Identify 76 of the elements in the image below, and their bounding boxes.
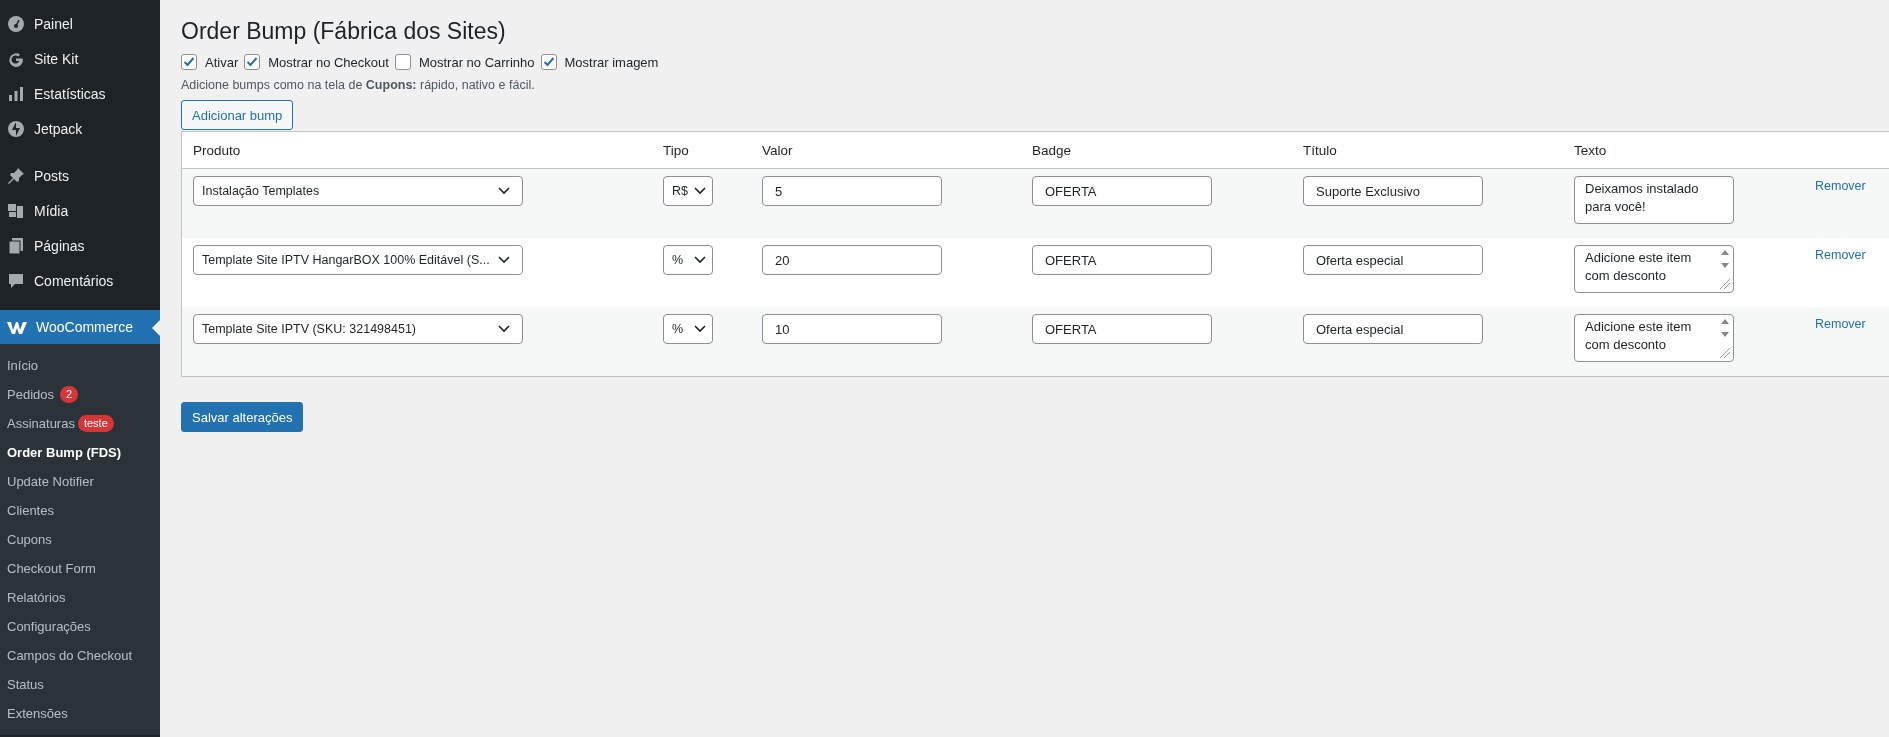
submenu-item[interactable]: Status xyxy=(7,677,44,692)
scrollbar-arrows-icon xyxy=(1719,317,1731,359)
submenu-item[interactable]: Configurações xyxy=(7,619,91,634)
checkbox-label: Ativar xyxy=(205,54,239,70)
submenu-item[interactable]: Clientes xyxy=(7,503,54,518)
checkbox[interactable] xyxy=(181,54,197,70)
column-header: Valor xyxy=(762,142,793,158)
submenu-item[interactable]: Pedidos xyxy=(7,387,54,402)
title-field[interactable]: Oferta especial xyxy=(1303,314,1483,344)
chevron-icon xyxy=(498,325,510,333)
column-header: Produto xyxy=(193,142,241,158)
sidebar-item[interactable]: Comentários xyxy=(0,263,160,298)
product-select[interactable]: Template Site IPTV (SKU: 321498451) xyxy=(193,314,523,344)
sidebar-item[interactable]: Painel xyxy=(0,6,160,41)
badge-field[interactable]: OFERTA xyxy=(1032,245,1212,275)
chevron-icon xyxy=(694,325,706,333)
type-select[interactable]: R$ xyxy=(663,176,713,206)
checkbox[interactable] xyxy=(244,54,261,70)
column-header: Tipo xyxy=(663,142,689,158)
submenu-item[interactable]: Checkout Form xyxy=(7,561,96,576)
checkbox-label: Mostrar no Checkout xyxy=(268,54,389,70)
scrollbar-arrows-icon xyxy=(1719,248,1731,290)
count-badge: 2 xyxy=(60,386,79,403)
column-header: Badge xyxy=(1032,142,1072,158)
sidebar-item[interactable]: Páginas xyxy=(0,228,160,263)
submenu-item[interactable]: Update Notifier xyxy=(7,474,94,489)
remove-link[interactable]: Remover xyxy=(1815,176,1866,238)
remove-link[interactable]: Remover xyxy=(1815,245,1866,307)
save-button[interactable]: Salvar alterações xyxy=(181,402,304,432)
submenu-item[interactable]: Order Bump (FDS) xyxy=(7,445,122,460)
value-field[interactable]: 5 xyxy=(762,176,942,206)
submenu-item[interactable]: Cupons xyxy=(7,532,52,547)
checkbox-label: Mostrar no Carrinho xyxy=(418,54,535,70)
sidebar-item[interactable]: Mídia xyxy=(0,193,160,228)
pages-icon xyxy=(6,235,26,256)
submenu-item[interactable]: Relatórios xyxy=(7,590,66,605)
submenu-item[interactable]: Campos do Checkout xyxy=(7,648,132,663)
w-logo-icon xyxy=(6,319,28,335)
title-field[interactable]: Suporte Exclusivo xyxy=(1303,176,1483,206)
column-header: Título xyxy=(1303,142,1337,158)
checkbox-label: Mostrar imagem xyxy=(564,54,659,70)
dashboard-icon xyxy=(6,13,26,34)
submenu-item[interactable]: Início xyxy=(7,358,39,373)
pin-icon xyxy=(6,165,26,186)
product-select[interactable]: Instalação Templates xyxy=(193,176,523,206)
sidebar-item[interactable]: Estatísticas xyxy=(0,76,160,111)
submenu-item[interactable]: Extensões xyxy=(7,706,68,721)
column-header: Texto xyxy=(1574,142,1607,158)
chevron-icon xyxy=(694,256,706,264)
chevron-icon xyxy=(694,187,706,195)
sidebar-item[interactable]: Jetpack xyxy=(0,111,160,146)
sidebar-item[interactable]: WooCommerce xyxy=(0,310,160,344)
add-bump-button[interactable]: Adicionar bump xyxy=(181,100,294,130)
text-area[interactable]: Adicione este item com desconto xyxy=(1574,245,1734,293)
count-badge: teste xyxy=(77,415,114,432)
value-field[interactable]: 10 xyxy=(762,314,942,344)
checkbox[interactable] xyxy=(394,54,411,70)
value-field[interactable]: 20 xyxy=(762,245,942,275)
bolt-icon xyxy=(6,118,26,139)
description-text: Adicione bumps como na tela de Cupons: rápido, nativo e fácil. xyxy=(181,78,536,92)
chevron-icon xyxy=(498,256,510,264)
badge-field[interactable]: OFERTA xyxy=(1032,176,1212,206)
sidebar-item[interactable]: Posts xyxy=(0,158,160,193)
text-area[interactable]: Deixamos instalado para você! xyxy=(1574,176,1734,224)
remove-link[interactable]: Remover xyxy=(1815,314,1866,376)
product-select[interactable]: Template Site IPTV HangarBOX 100% Editável (S... xyxy=(193,245,523,275)
title-field[interactable]: Oferta especial xyxy=(1303,245,1483,275)
text-area[interactable]: Adicione este item com desconto xyxy=(1574,314,1734,362)
sidebar-item[interactable]: Site Kit xyxy=(0,41,160,76)
page-title: Order Bump (Fábrica dos Sites) xyxy=(181,17,507,46)
type-select[interactable]: % xyxy=(663,245,713,275)
type-select[interactable]: % xyxy=(663,314,713,344)
chevron-icon xyxy=(498,187,510,195)
submenu-item[interactable]: Assinaturas xyxy=(7,416,75,431)
badge-field[interactable]: OFERTA xyxy=(1032,314,1212,344)
checkbox[interactable] xyxy=(540,54,557,70)
